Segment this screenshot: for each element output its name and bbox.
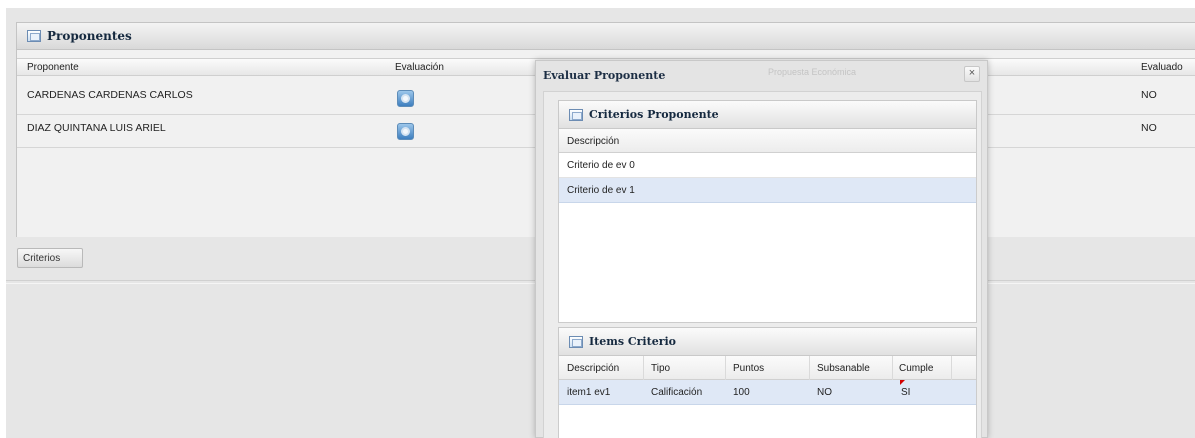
column-header-puntos[interactable]: Puntos <box>733 363 764 374</box>
column-header-evaluado[interactable]: Evaluado <box>1141 62 1183 73</box>
gear-icon <box>401 94 410 103</box>
cell-cumple-value: SI <box>901 387 911 398</box>
cell-descripcion: item1 ev1 <box>567 387 611 398</box>
column-separator <box>725 356 726 380</box>
cell-subsanable[interactable]: NO <box>817 387 832 398</box>
list-item[interactable]: Criterio de ev 0 <box>559 153 976 178</box>
evaluar-proponente-dialog: Evaluar Proponente Propuesta Económica ×… <box>535 60 988 438</box>
criterios-panel-header: Criterios Proponente <box>558 100 977 129</box>
cell-evaluado: NO <box>1141 89 1157 101</box>
column-header-descripcion[interactable]: Descripción <box>567 363 619 374</box>
column-header-cumple[interactable]: Cumple <box>899 363 933 374</box>
column-header-evaluacion[interactable]: Evaluación <box>395 62 444 73</box>
close-icon[interactable]: × <box>964 66 980 82</box>
red-flag-icon <box>900 380 905 385</box>
proponentes-panel-header: Proponentes <box>16 22 1195 50</box>
items-grid-header: Descripción Tipo Puntos Subsanable Cumpl… <box>559 356 976 380</box>
column-separator <box>951 356 952 380</box>
dialog-body: Criterios Proponente Descripción Criteri… <box>543 91 982 438</box>
cell-cumple[interactable]: SI <box>899 380 949 404</box>
criterios-grid: Descripción Criterio de ev 0 Criterio de… <box>558 129 977 323</box>
column-separator <box>892 356 893 380</box>
criterio-label: Criterio de ev 1 <box>567 185 635 196</box>
evaluate-button[interactable] <box>397 123 414 140</box>
column-separator <box>809 356 810 380</box>
items-grid: Descripción Tipo Puntos Subsanable Cumpl… <box>558 356 977 438</box>
items-panel-title: Items Criterio <box>589 335 677 348</box>
gear-icon <box>401 127 410 136</box>
criterios-grid-header: Descripción <box>559 129 976 153</box>
cell-evaluado: NO <box>1141 122 1157 134</box>
column-separator <box>643 356 644 380</box>
cell-proponente: CARDENAS CARDENAS CARLOS <box>27 89 193 101</box>
panel-icon <box>569 108 583 121</box>
column-header-descripcion[interactable]: Descripción <box>567 136 619 147</box>
panel-icon <box>27 30 41 42</box>
cell-puntos[interactable]: 100 <box>733 387 750 398</box>
criterios-button[interactable]: Criterios <box>17 248 83 268</box>
column-header-tipo[interactable]: Tipo <box>651 363 670 374</box>
table-row[interactable]: item1 ev1 Calificación 100 NO SI <box>559 380 976 405</box>
cell-proponente: DIAZ QUINTANA LUIS ARIEL <box>27 122 166 134</box>
panel-title: Proponentes <box>47 29 132 43</box>
evaluate-button[interactable] <box>397 90 414 107</box>
list-item-selected[interactable]: Criterio de ev 1 <box>559 178 976 203</box>
criterios-panel-title: Criterios Proponente <box>589 108 719 121</box>
column-header-subsanable[interactable]: Subsanable <box>817 363 870 374</box>
criterio-label: Criterio de ev 0 <box>567 160 635 171</box>
panel-icon <box>569 335 583 348</box>
items-panel-header: Items Criterio <box>558 327 977 356</box>
background-dialog-title: Propuesta Económica <box>768 67 857 77</box>
column-header-proponente[interactable]: Proponente <box>27 62 79 73</box>
dialog-title: Evaluar Proponente <box>543 69 666 82</box>
cell-tipo: Calificación <box>651 387 703 398</box>
